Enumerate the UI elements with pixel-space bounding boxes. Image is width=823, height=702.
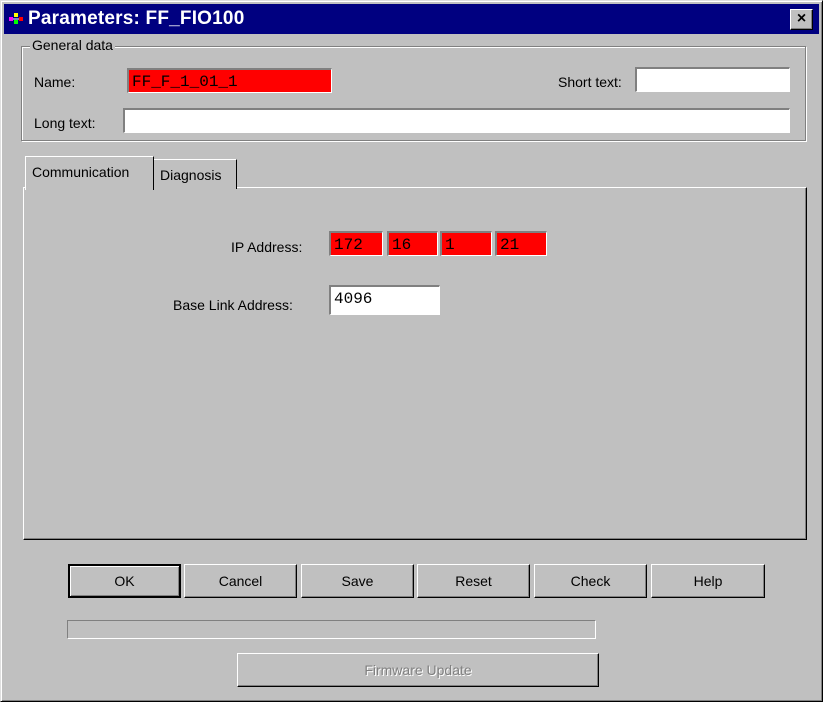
help-button[interactable]: Help: [651, 564, 765, 598]
long-text-field[interactable]: [123, 108, 790, 133]
tab-diagnosis-label: Diagnosis: [160, 167, 222, 183]
cancel-button[interactable]: Cancel: [184, 564, 297, 598]
ip-octet-3[interactable]: 1: [440, 231, 492, 256]
ip-address-label: IP Address:: [231, 239, 303, 255]
short-text-label: Short text:: [558, 74, 622, 90]
ip-octet-4[interactable]: 21: [495, 231, 547, 256]
general-data-legend: General data: [30, 37, 115, 53]
tab-communication[interactable]: Communication: [25, 156, 154, 190]
window-title: Parameters: FF_FIO100: [28, 8, 245, 29]
base-link-address-label: Base Link Address:: [173, 297, 293, 313]
long-text-label: Long text:: [34, 115, 96, 131]
tab-communication-label: Communication: [32, 164, 130, 180]
ip-octet-2[interactable]: 16: [387, 231, 438, 256]
close-button[interactable]: ×: [790, 9, 813, 30]
short-text-field[interactable]: [635, 67, 790, 92]
save-button[interactable]: Save: [301, 564, 414, 598]
parameters-dialog: Parameters: FF_FIO100 × General data Nam…: [0, 0, 823, 702]
base-link-address-field[interactable]: 4096: [329, 285, 440, 315]
tab-diagnosis[interactable]: Diagnosis: [154, 159, 237, 189]
check-button[interactable]: Check: [534, 564, 647, 598]
ip-octet-1[interactable]: 172: [329, 231, 383, 256]
close-icon: ×: [796, 10, 807, 27]
ok-button[interactable]: OK: [68, 564, 181, 598]
name-label: Name:: [34, 74, 76, 90]
title-bar[interactable]: Parameters: FF_FIO100 ×: [4, 4, 819, 34]
parameters-app-icon: [9, 13, 23, 24]
firmware-update-button: Firmware Update: [237, 653, 599, 687]
reset-button[interactable]: Reset: [417, 564, 530, 598]
progress-bar: [67, 620, 596, 639]
name-field[interactable]: FF_F_1_01_1: [127, 68, 332, 93]
